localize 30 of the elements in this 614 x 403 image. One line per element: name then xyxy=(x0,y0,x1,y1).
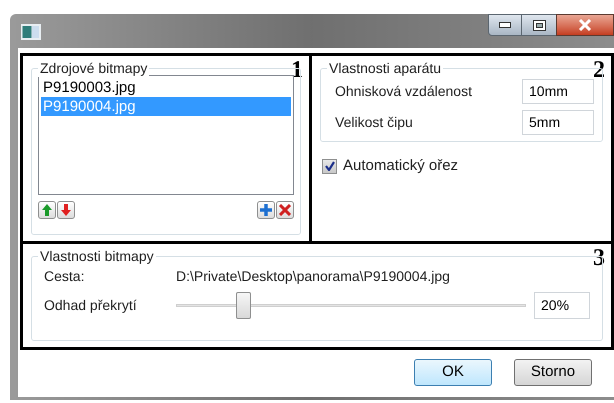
down-arrow-icon xyxy=(61,204,71,216)
minimize-button[interactable] xyxy=(488,14,522,36)
text-field[interactable]: 5mm xyxy=(522,110,594,135)
slider-thumb[interactable] xyxy=(236,292,252,319)
up-arrow-icon xyxy=(42,204,52,216)
move-down-button[interactable] xyxy=(57,201,75,219)
path-value: D:\Private\Desktop\panorama\P9190004.jpg xyxy=(176,266,450,286)
move-up-button[interactable] xyxy=(38,201,56,219)
overlap-field[interactable]: 20% xyxy=(534,292,590,319)
overlap-label: Odhad překrytí xyxy=(44,296,138,315)
path-label: Cesta: xyxy=(44,266,86,286)
text-field[interactable]: 10mm xyxy=(522,79,594,104)
close-icon xyxy=(578,19,592,31)
remove-icon xyxy=(279,204,291,216)
checkbox-label: Automatický ořez xyxy=(343,156,458,176)
dialog-button[interactable]: Storno xyxy=(514,359,592,386)
plus-icon xyxy=(260,204,272,216)
add-button[interactable] xyxy=(257,201,275,219)
minimize-icon xyxy=(499,22,511,28)
app-icon xyxy=(21,24,41,40)
file-list-item[interactable]: P9190003.jpg xyxy=(41,78,291,97)
field-label: Velikost čipu xyxy=(335,113,413,132)
maximize-icon xyxy=(532,20,546,30)
remove-button[interactable] xyxy=(276,201,294,219)
close-button[interactable] xyxy=(556,14,614,36)
maximize-button[interactable] xyxy=(522,14,556,36)
field-label: Ohnisková vzdálenost xyxy=(335,82,472,101)
dialog-button[interactable]: OK xyxy=(414,359,492,386)
check-icon xyxy=(324,161,334,172)
checkbox[interactable] xyxy=(322,158,337,174)
